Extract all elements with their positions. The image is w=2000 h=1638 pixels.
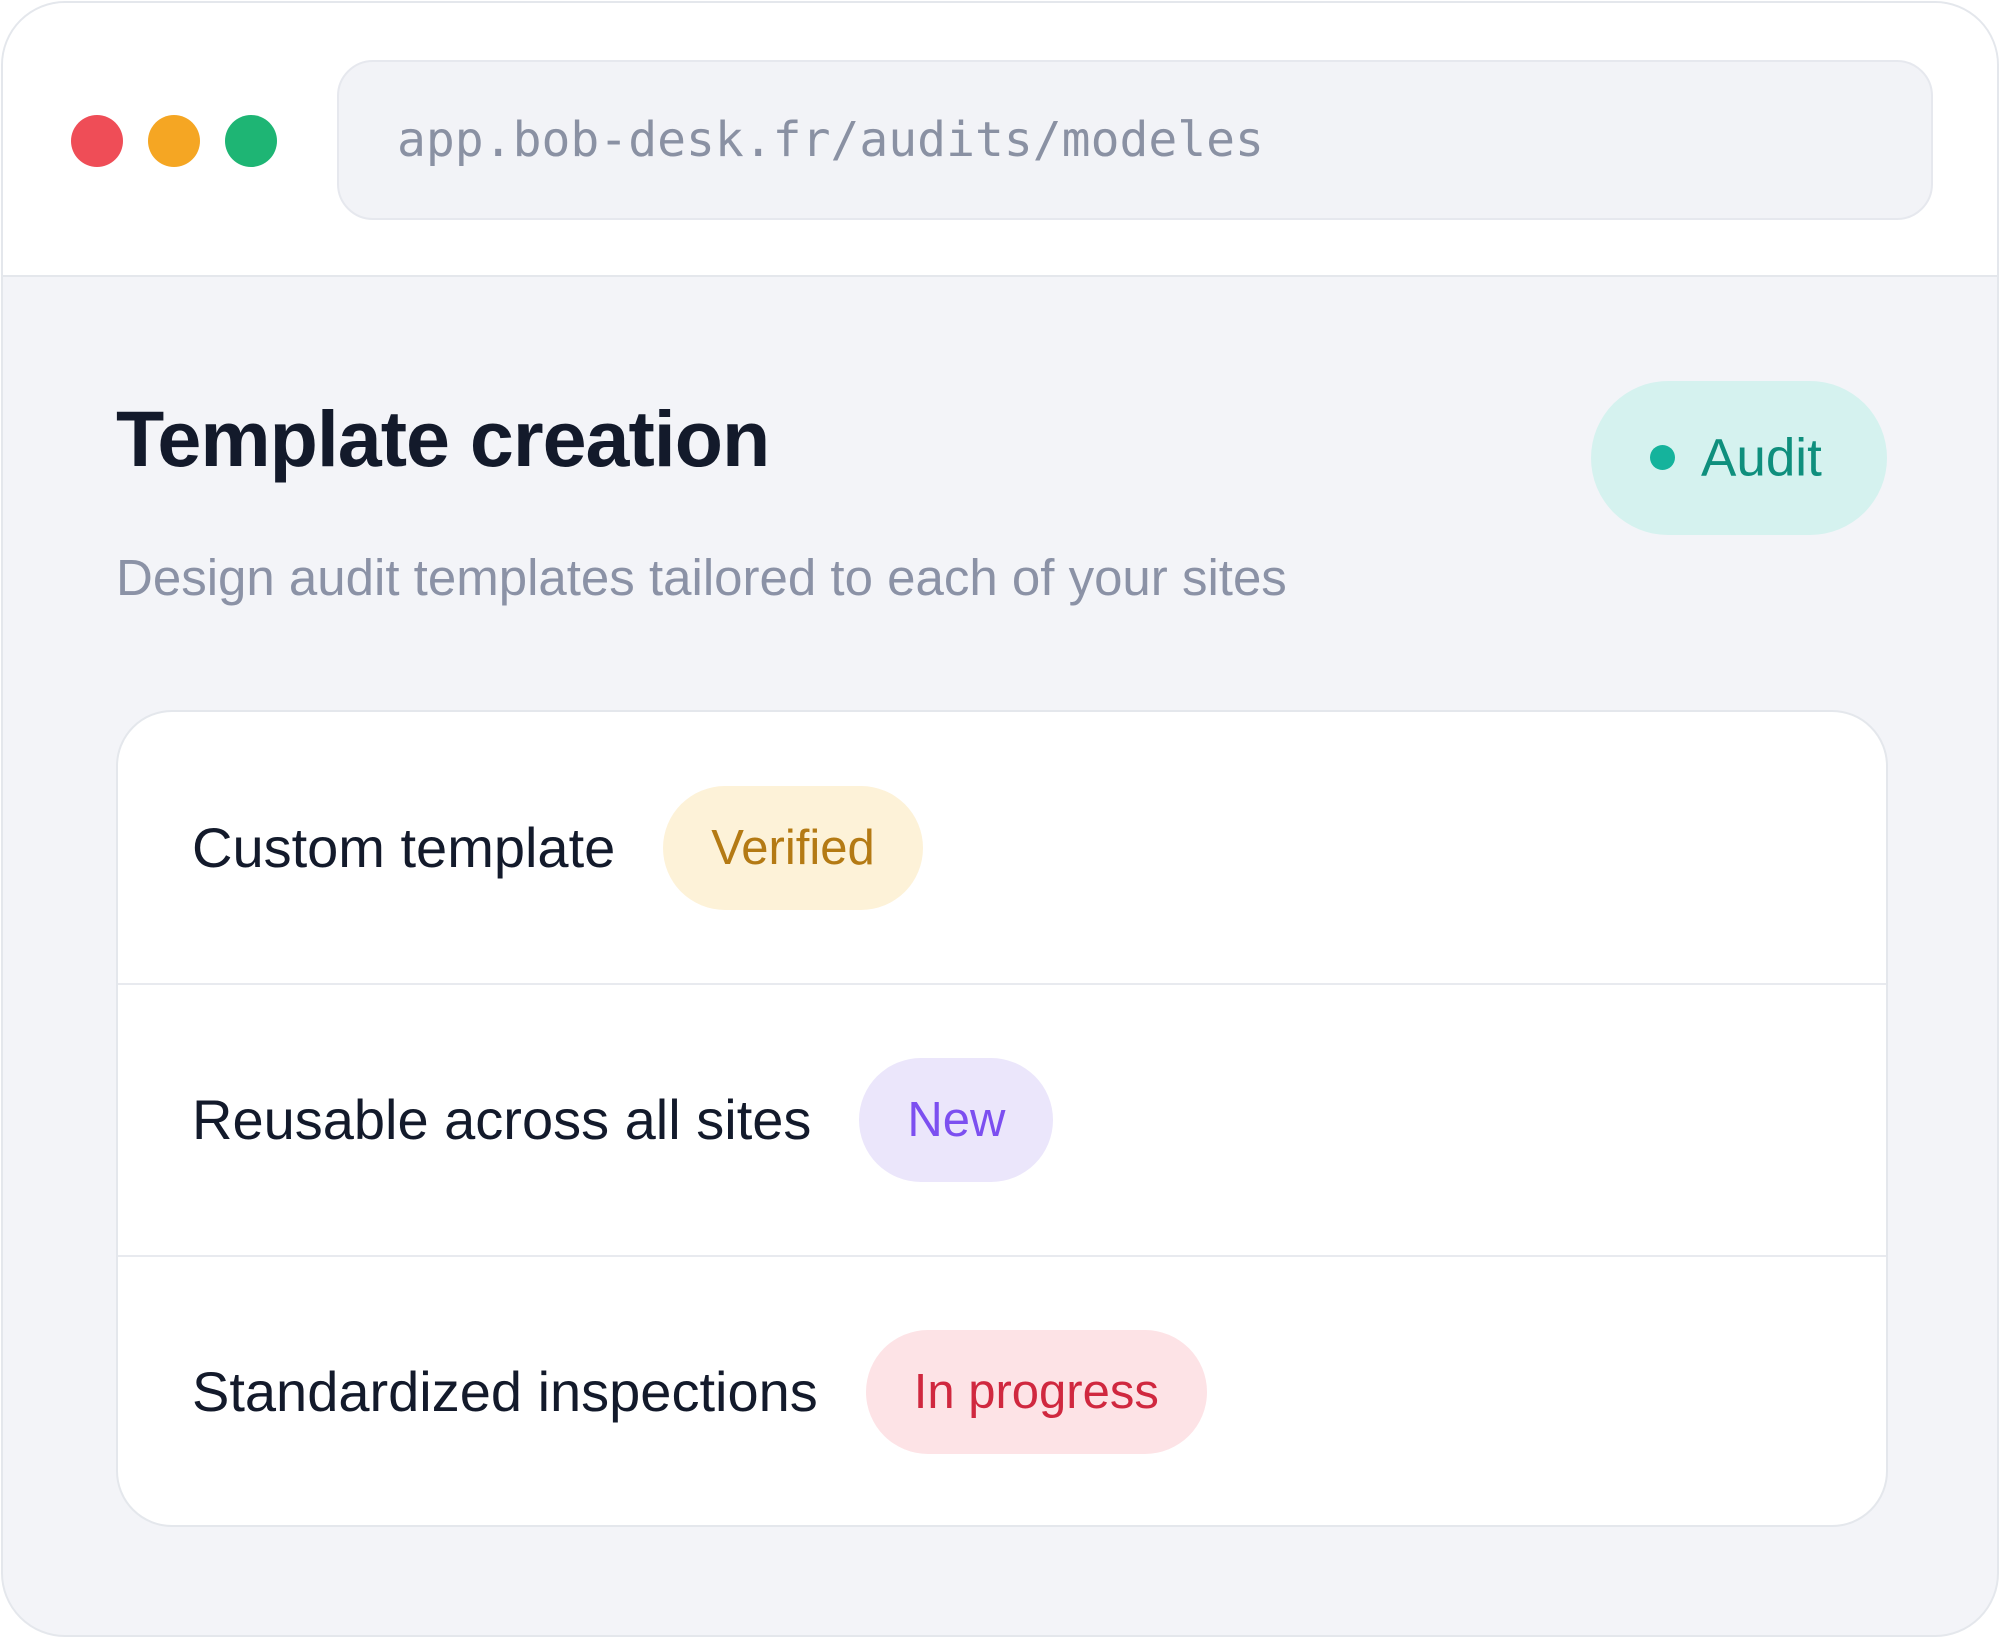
- maximize-window-dot[interactable]: [225, 115, 277, 167]
- status-badge-in-progress: In progress: [865, 1329, 1207, 1454]
- feature-row-reusable: Reusable across all sites New: [118, 984, 1886, 1255]
- features-card: Custom template Verified Reusable across…: [116, 710, 1888, 1527]
- feature-row-custom-template: Custom template Verified: [118, 712, 1886, 983]
- close-window-dot[interactable]: [71, 115, 123, 167]
- feature-label: Standardized inspections: [192, 1360, 818, 1423]
- browser-titlebar: app.bob-desk.fr/audits/modeles: [3, 3, 1997, 277]
- audit-category-badge: Audit: [1591, 381, 1887, 535]
- page-title: Template creation: [116, 394, 770, 483]
- status-dot-icon: [1650, 445, 1675, 470]
- minimize-window-dot[interactable]: [148, 115, 200, 167]
- feature-row-standardized: Standardized inspections In progress: [118, 1256, 1886, 1525]
- audit-badge-label: Audit: [1701, 428, 1822, 488]
- browser-window: app.bob-desk.fr/audits/modeles Template …: [1, 1, 1999, 1637]
- status-badge-verified: Verified: [663, 785, 923, 910]
- feature-label: Custom template: [192, 816, 616, 879]
- address-bar-url: app.bob-desk.fr/audits/modeles: [397, 112, 1264, 168]
- feature-label: Reusable across all sites: [192, 1088, 812, 1151]
- address-bar[interactable]: app.bob-desk.fr/audits/modeles: [337, 60, 1933, 220]
- page-subtitle: Design audit templates tailored to each …: [116, 549, 1287, 606]
- status-badge-new: New: [859, 1057, 1054, 1182]
